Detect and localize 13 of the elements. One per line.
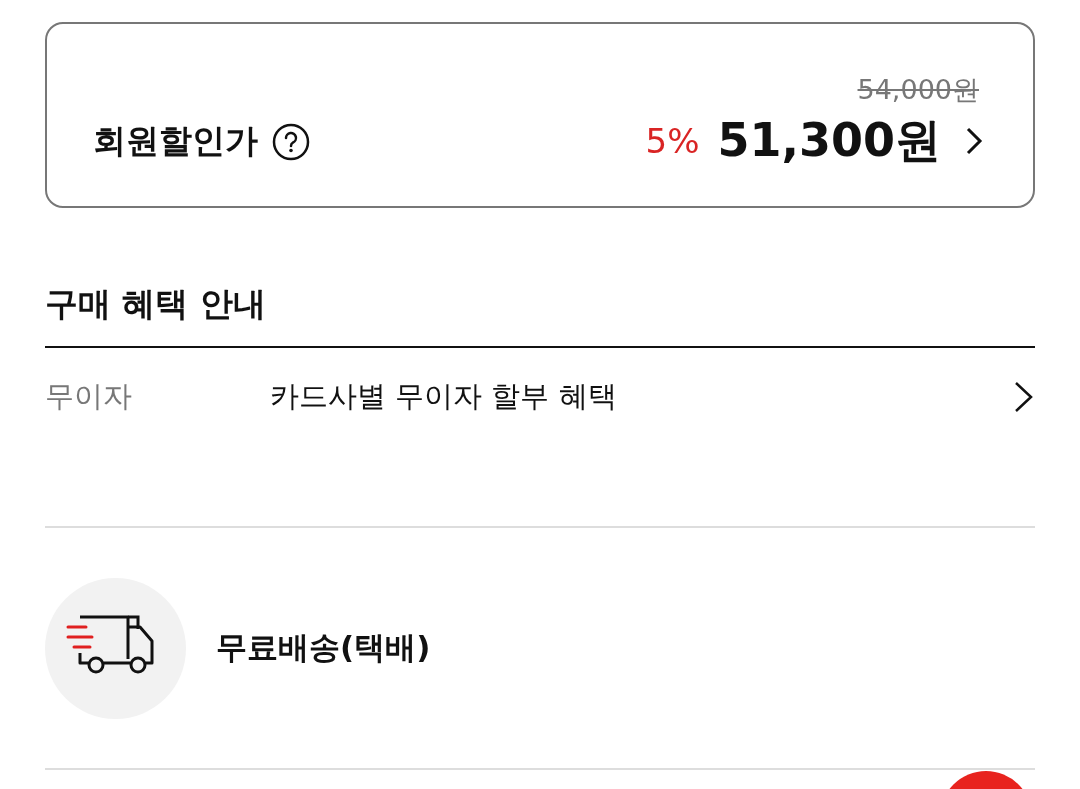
price-label: 회원할인가 (93, 120, 258, 162)
benefit-row[interactable]: 무이자 카드사별 무이자 할부 혜택 (45, 348, 1035, 526)
sale-price: 51,300원 (717, 112, 941, 169)
original-price: 54,000원 (857, 73, 979, 107)
section-title: 구매 혜택 안내 (45, 283, 267, 325)
price-card[interactable]: 회원할인가 54,000원 5% 51,300원 (45, 22, 1035, 208)
benefit-text: 카드사별 무이자 할부 혜택 (270, 378, 618, 415)
shipping-text: 무료배송(택배) (216, 628, 431, 667)
chevron-right-icon (1013, 380, 1035, 414)
discount-rate: 5% (645, 121, 700, 161)
benefit-label: 무이자 (45, 378, 133, 415)
help-icon[interactable] (272, 122, 310, 161)
chevron-right-icon (965, 126, 983, 156)
